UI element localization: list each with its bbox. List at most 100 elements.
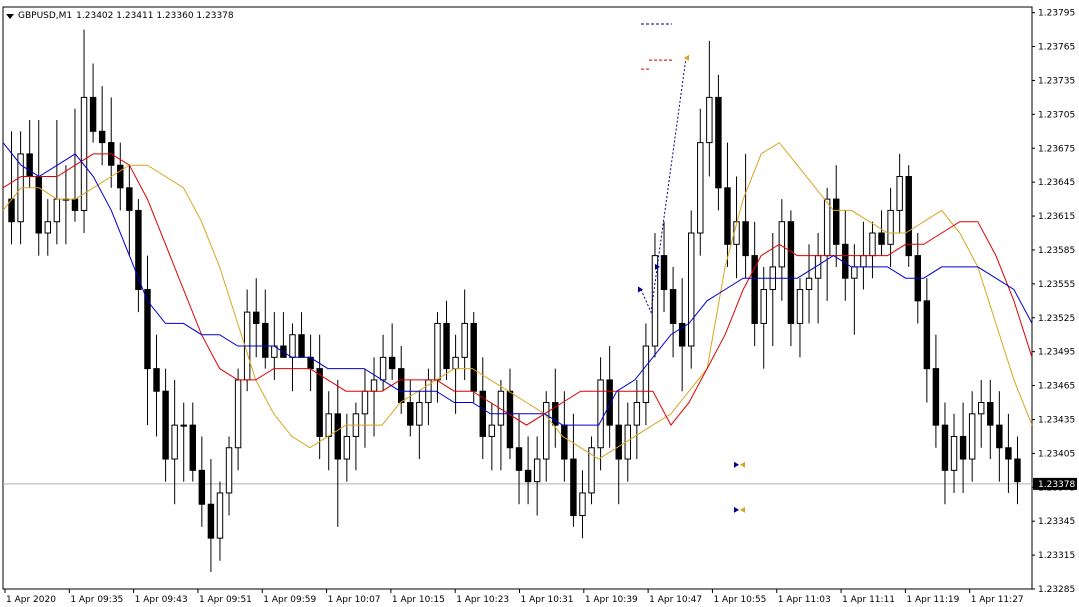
candle-body bbox=[361, 390, 369, 415]
time-tick-label: 1 Apr 09:43 bbox=[135, 595, 188, 605]
candle-body bbox=[71, 198, 79, 211]
price-tick-label: 1.23345 bbox=[1038, 517, 1075, 527]
candle-body bbox=[379, 356, 387, 381]
candle-body bbox=[298, 334, 305, 358]
candle-body bbox=[171, 424, 178, 460]
candle-body bbox=[742, 221, 749, 257]
candle-body bbox=[289, 334, 296, 358]
candle-body bbox=[968, 413, 976, 460]
price-tick-label: 1.23795 bbox=[1038, 9, 1075, 19]
price-tick-label: 1.23735 bbox=[1038, 76, 1075, 86]
time-tick-label: 1 Apr 10:07 bbox=[328, 595, 381, 605]
candle-body bbox=[533, 458, 541, 483]
candle-body bbox=[606, 379, 613, 426]
candle-body bbox=[669, 289, 677, 324]
candle-body bbox=[896, 176, 903, 211]
candle bbox=[905, 165, 912, 267]
candle-body bbox=[1014, 458, 1021, 483]
price-chart[interactable]: 1.23795 1.23765 1.23735 1.23705 1.23675 1.236… bbox=[0, 0, 1079, 607]
candle-body bbox=[153, 368, 160, 392]
candle-body bbox=[823, 198, 831, 257]
candle-body bbox=[615, 424, 622, 460]
candle-body bbox=[26, 153, 33, 178]
candle-body bbox=[688, 232, 695, 347]
candle-body bbox=[180, 424, 187, 427]
candle-body bbox=[117, 164, 124, 189]
candle-body bbox=[697, 142, 704, 234]
candle-body bbox=[660, 255, 668, 291]
price-tick-label: 1.23555 bbox=[1038, 280, 1075, 290]
price-tick-label: 1.23495 bbox=[1038, 348, 1075, 358]
price-tick-label: 1.23405 bbox=[1038, 449, 1075, 459]
candle-body bbox=[515, 447, 523, 471]
time-tick-label: 1 Apr 10:15 bbox=[392, 595, 445, 605]
candle-body bbox=[860, 255, 867, 268]
candle-body bbox=[760, 289, 767, 324]
current-price-label: 1.23378 bbox=[1038, 480, 1075, 490]
candle-body bbox=[869, 232, 876, 257]
chart-menu-triangle-icon[interactable] bbox=[6, 13, 14, 19]
candle-body bbox=[833, 198, 840, 245]
candle bbox=[470, 312, 477, 403]
candle-body bbox=[796, 289, 804, 324]
candle-body bbox=[216, 492, 224, 539]
candle-body bbox=[579, 492, 586, 517]
candle-body bbox=[126, 187, 133, 211]
candle-body bbox=[407, 402, 414, 426]
time-tick-label: 1 Apr 11:27 bbox=[971, 595, 1024, 605]
candle-body bbox=[470, 322, 477, 392]
time-tick-label: 1 Apr 10:55 bbox=[713, 595, 766, 605]
candle-body bbox=[932, 368, 940, 426]
time-tick-label: 1 Apr 11:11 bbox=[842, 595, 895, 605]
candle-body bbox=[98, 130, 106, 144]
time-tick-label: 1 Apr 09:51 bbox=[199, 595, 252, 605]
time-tick-label: 1 Apr 09:35 bbox=[70, 595, 123, 605]
time-tick-label: 1 Apr 10:39 bbox=[585, 595, 638, 605]
candle-body bbox=[316, 368, 323, 437]
candle-body bbox=[207, 503, 215, 539]
candle-body bbox=[162, 390, 169, 460]
candle-body bbox=[959, 435, 967, 460]
candle-body bbox=[416, 402, 423, 426]
candle-body bbox=[996, 424, 1003, 449]
candle-body bbox=[524, 469, 532, 483]
price-tick-label: 1.23705 bbox=[1038, 110, 1075, 120]
candle-body bbox=[343, 435, 351, 460]
time-tick-label: 1 Apr 10:47 bbox=[649, 595, 702, 605]
time-tick-label: 1 Apr 10:31 bbox=[521, 595, 574, 605]
candle-body bbox=[950, 435, 958, 471]
candle-body bbox=[461, 322, 468, 358]
chart-title: GBPUSD,M1 1.23402 1.23411 1.23360 1.2337… bbox=[6, 11, 234, 21]
chart-background bbox=[0, 0, 1079, 607]
price-tick-label: 1.23525 bbox=[1038, 314, 1075, 324]
price-tick-label: 1.23315 bbox=[1038, 551, 1075, 561]
candle-body bbox=[189, 424, 196, 471]
candle-body bbox=[633, 402, 641, 426]
candle-body bbox=[434, 322, 441, 381]
candle-body bbox=[642, 345, 650, 404]
price-tick-label: 1.23615 bbox=[1038, 212, 1075, 222]
candle-body bbox=[978, 402, 985, 415]
price-tick-label: 1.23645 bbox=[1038, 178, 1075, 188]
candle-body bbox=[89, 96, 97, 132]
candle-body bbox=[443, 322, 450, 370]
candle-body bbox=[561, 424, 568, 460]
candle-body bbox=[941, 424, 949, 471]
candle-body bbox=[570, 458, 577, 517]
candle-body bbox=[388, 356, 396, 370]
candle-body bbox=[887, 209, 894, 245]
candle-body bbox=[987, 402, 994, 426]
candle-body bbox=[706, 96, 713, 144]
time-tick-label: 1 Apr 09:59 bbox=[263, 595, 316, 605]
candle-body bbox=[198, 469, 206, 505]
time-tick-label: 1 Apr 11:03 bbox=[778, 595, 831, 605]
candle-body bbox=[923, 300, 931, 370]
candle-body bbox=[715, 96, 722, 189]
candle-body bbox=[488, 424, 496, 437]
candle-body bbox=[452, 356, 459, 370]
candle-body bbox=[53, 198, 61, 223]
candle-body bbox=[787, 221, 795, 324]
candle-body bbox=[878, 232, 885, 245]
candle-body bbox=[44, 221, 51, 234]
time-tick-label: 1 Apr 10:23 bbox=[456, 595, 509, 605]
